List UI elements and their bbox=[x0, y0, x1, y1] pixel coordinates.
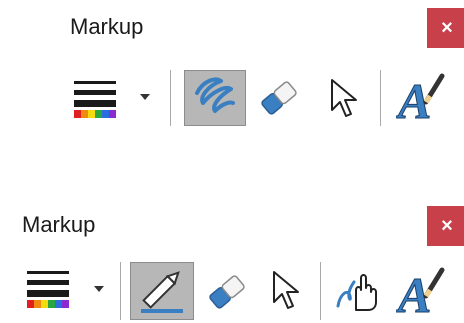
dropdown-button[interactable] bbox=[138, 92, 152, 102]
separator bbox=[120, 262, 121, 320]
separator bbox=[170, 70, 171, 126]
dropdown-button[interactable] bbox=[92, 284, 106, 294]
eraser-tool-button[interactable] bbox=[204, 270, 250, 314]
close-button[interactable]: × bbox=[427, 8, 464, 48]
markup-panel-bottom: Markup × A bbox=[0, 190, 464, 323]
markup-panel-top: Markup × A bbox=[0, 0, 464, 160]
ink-to-shape-tool-button[interactable] bbox=[334, 266, 382, 314]
select-tool-button[interactable] bbox=[266, 268, 304, 312]
pen-color-thickness-button[interactable] bbox=[26, 268, 70, 310]
text-pen-icon: A bbox=[396, 73, 445, 126]
squiggle-pen-icon bbox=[195, 77, 235, 113]
separator bbox=[320, 262, 321, 320]
eraser-icon bbox=[261, 81, 297, 115]
text-pen-icon: A bbox=[396, 267, 445, 320]
text-edit-tool-button[interactable]: A bbox=[396, 70, 446, 126]
text-edit-tool-button[interactable]: A bbox=[396, 264, 446, 320]
pencil-icon bbox=[141, 271, 183, 313]
eraser-icon bbox=[209, 275, 245, 309]
eraser-tool-button[interactable] bbox=[256, 76, 302, 120]
select-tool-button[interactable] bbox=[324, 76, 362, 120]
panel-title: Markup bbox=[22, 212, 96, 237]
highlighter-tool-button[interactable] bbox=[184, 70, 246, 126]
panel-title: Markup bbox=[70, 14, 144, 39]
pen-tool-button[interactable] bbox=[130, 262, 194, 320]
separator bbox=[380, 70, 381, 126]
color-thickness-icon bbox=[74, 81, 116, 118]
cursor-arrow-icon bbox=[273, 271, 299, 309]
color-thickness-icon bbox=[27, 271, 69, 308]
pen-color-thickness-button[interactable] bbox=[73, 78, 117, 120]
chevron-down-icon bbox=[94, 286, 104, 292]
cursor-arrow-icon bbox=[331, 79, 357, 117]
hand-stroke-icon bbox=[336, 274, 377, 311]
chevron-down-icon bbox=[140, 94, 150, 100]
close-button[interactable]: × bbox=[427, 206, 464, 246]
